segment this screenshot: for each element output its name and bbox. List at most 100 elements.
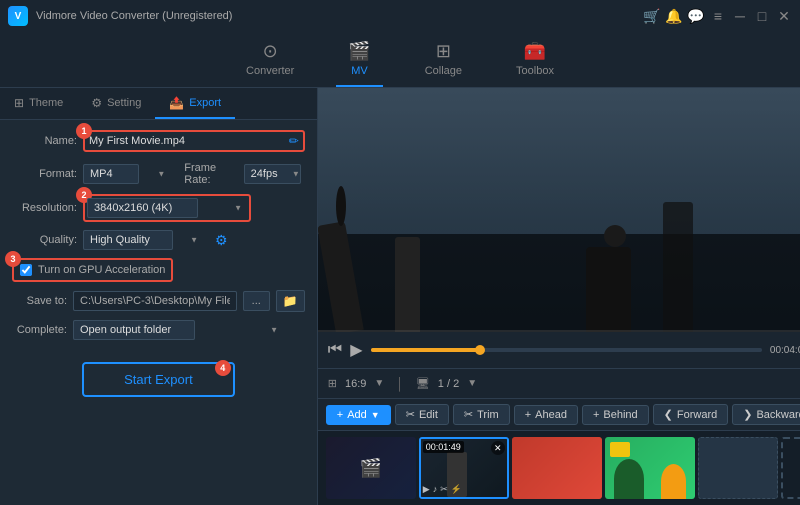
complete-select[interactable]: Open output folderDo nothingShut down xyxy=(73,320,195,340)
thumb-2-content: 00:01:49 ✕ ▶ ♪ ✂ ⚡ xyxy=(421,439,507,497)
bottom-toolbar: + + Add Add ▼ ✂ Edit ✂ Trim + Ahead + Be… xyxy=(318,398,800,430)
tab-mv[interactable]: 🎬 MV xyxy=(336,35,382,87)
save-to-row: Save to: ... 📁 xyxy=(12,290,305,312)
theme-grid-icon: ⊞ xyxy=(14,96,24,110)
menu-icon[interactable]: ≡ xyxy=(710,8,726,24)
thumb-trim-icon: ✂ xyxy=(440,484,448,495)
dancer-1 xyxy=(318,221,364,332)
cartoon-figure-2 xyxy=(661,464,686,499)
quality-settings-icon[interactable]: ⚙ xyxy=(215,232,228,249)
edit-button[interactable]: ✂ Edit xyxy=(395,404,449,425)
format-select-wrapper[interactable]: MP4MKVAVIMOV xyxy=(83,164,170,184)
title-bar: V Vidmore Video Converter (Unregistered)… xyxy=(0,0,800,32)
forward-button[interactable]: ❮ Forward xyxy=(653,404,729,425)
format-label: Format: xyxy=(12,168,77,180)
gpu-row: 3 Turn on GPU Acceleration xyxy=(12,258,173,282)
thumbnail-1[interactable]: 🎬 xyxy=(326,437,416,499)
thumbnail-5[interactable] xyxy=(698,437,778,499)
backward-icon: ❯ xyxy=(743,408,752,421)
maximize-icon[interactable]: □ xyxy=(754,8,770,24)
sub-tabs: ⊞ Theme ⚙ Setting 📤 Export xyxy=(0,88,317,120)
name-label: Name: xyxy=(12,135,77,147)
dancer-3 xyxy=(395,237,420,332)
video-preview xyxy=(318,88,800,332)
start-export-button[interactable]: Start Export xyxy=(82,362,235,397)
behind-icon: + xyxy=(593,409,599,421)
tab-toolbox[interactable]: 🧰 Toolbox xyxy=(504,35,566,87)
resolution-select-wrapper[interactable]: 3840x2160 (4K)1920x1080 (HD)1280x720 xyxy=(87,198,247,218)
cart-icon[interactable]: 🛒 xyxy=(644,8,660,24)
browse-button[interactable]: ... xyxy=(243,291,270,311)
separator-1: │ xyxy=(396,377,404,391)
page-dropdown-icon[interactable]: ▼ xyxy=(467,378,477,389)
clone-icon: 🖥 xyxy=(416,377,430,390)
add-icon: + xyxy=(337,409,343,421)
gpu-checkbox[interactable] xyxy=(20,264,32,276)
complete-label: Complete: xyxy=(12,324,67,336)
floor-line xyxy=(318,330,800,332)
thumb-2-close[interactable]: ✕ xyxy=(491,441,505,455)
mv-icon: 🎬 xyxy=(348,41,370,62)
center-seated xyxy=(586,247,631,332)
framerate-select[interactable]: 24fps25fps30fps xyxy=(244,164,301,184)
backward-button[interactable]: ❯ Backward xyxy=(732,404,800,425)
ratio-dropdown-icon[interactable]: ▼ xyxy=(374,378,384,389)
thumbnail-4[interactable] xyxy=(605,437,695,499)
tab-converter[interactable]: ⊙ Converter xyxy=(234,35,306,87)
trim-icon: ✂ xyxy=(464,408,473,421)
ahead-button[interactable]: + Ahead xyxy=(514,405,578,425)
save-path-input[interactable] xyxy=(73,291,237,311)
bell-icon[interactable]: 🔔 xyxy=(666,8,682,24)
quality-select[interactable]: High QualityStandardLow xyxy=(83,230,173,250)
edit-scissors-icon: ✂ xyxy=(406,408,415,421)
sub-tab-setting[interactable]: ⚙ Setting xyxy=(77,88,155,119)
left-panel: ⊞ Theme ⚙ Setting 📤 Export Name: 1 ✏ xyxy=(0,88,318,505)
app-logo: V xyxy=(8,6,28,26)
minimize-icon[interactable]: ─ xyxy=(732,8,748,24)
complete-row: Complete: Open output folderDo nothingSh… xyxy=(12,320,305,340)
quality-select-wrapper[interactable]: High QualityStandardLow xyxy=(83,230,203,250)
tab-collage[interactable]: ⊞ Collage xyxy=(413,35,474,87)
open-folder-icon[interactable]: 📁 xyxy=(276,290,305,312)
behind-button[interactable]: + Behind xyxy=(582,405,649,425)
format-row: Format: MP4MKVAVIMOV Frame Rate: 24fps25… xyxy=(12,162,305,186)
main-content: ⊞ Theme ⚙ Setting 📤 Export Name: 1 ✏ xyxy=(0,88,800,505)
step-back-button[interactable]: ⏮ xyxy=(328,341,342,359)
progress-bar[interactable] xyxy=(371,348,762,352)
forward-icon: ❮ xyxy=(664,408,673,421)
progress-fill xyxy=(371,348,481,352)
resolution-icon: ⊞ xyxy=(328,377,337,390)
add-button[interactable]: + + Add Add ▼ xyxy=(326,405,391,425)
thumbnail-2[interactable]: 00:01:49 ✕ ▶ ♪ ✂ ⚡ xyxy=(419,437,509,499)
video-info-bar: ⊞ 16:9 ▼ │ 🖥 1 / 2 ▼ Start Export xyxy=(318,368,800,398)
thumbnail-3[interactable] xyxy=(512,437,602,499)
window-controls: 🛒 🔔 💬 ≡ ─ □ ✕ xyxy=(644,8,792,24)
edit-pencil-icon[interactable]: ✏ xyxy=(289,134,299,148)
resolution-label: Resolution: xyxy=(12,202,77,214)
play-button[interactable]: ▶ xyxy=(350,340,362,360)
framerate-label: Frame Rate: xyxy=(184,162,237,186)
complete-select-wrapper[interactable]: Open output folderDo nothingShut down xyxy=(73,320,283,340)
scene-content xyxy=(318,88,800,332)
close-icon[interactable]: ✕ xyxy=(776,8,792,24)
export-icon: 📤 xyxy=(169,96,184,110)
sub-tab-export[interactable]: 📤 Export xyxy=(155,88,235,119)
converter-icon: ⊙ xyxy=(263,41,278,62)
step-badge-1: 1 xyxy=(76,123,92,139)
dancer-head-1 xyxy=(336,186,346,226)
thumb-2-duration: 00:01:49 xyxy=(423,441,464,453)
name-input[interactable] xyxy=(89,135,285,147)
save-to-label: Save to: xyxy=(12,295,67,307)
message-icon[interactable]: 💬 xyxy=(688,8,704,24)
add-more-button[interactable]: + xyxy=(781,437,800,499)
progress-dot xyxy=(475,345,485,355)
timeline-strip: 🎬 00:01:49 ✕ ▶ ♪ ✂ ⚡ xyxy=(318,430,800,505)
sub-tab-theme[interactable]: ⊞ Theme xyxy=(0,88,77,119)
thumb-2-icons: ▶ ♪ ✂ ⚡ xyxy=(423,484,462,495)
quality-label: Quality: xyxy=(12,234,77,246)
framerate-select-wrapper[interactable]: 24fps25fps30fps xyxy=(244,164,305,184)
resolution-select[interactable]: 3840x2160 (4K)1920x1080 (HD)1280x720 xyxy=(87,198,198,218)
cartoon-figure-1 xyxy=(614,459,644,499)
trim-button[interactable]: ✂ Trim xyxy=(453,404,510,425)
format-select[interactable]: MP4MKVAVIMOV xyxy=(83,164,139,184)
